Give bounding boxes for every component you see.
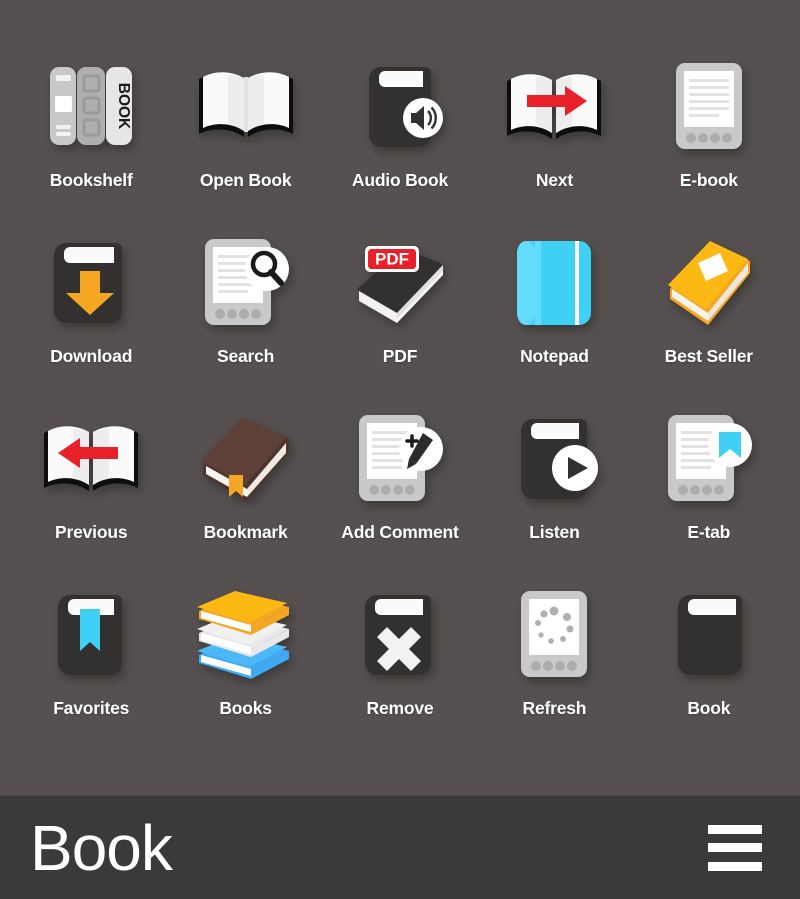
grid-item-label: E-tab: [687, 522, 731, 542]
book-icon: [649, 574, 769, 694]
grid-item-label: Favorites: [53, 698, 130, 718]
next-book-icon: [494, 46, 614, 166]
grid-item-bookmark[interactable]: Bookmark: [168, 398, 322, 574]
grid-item-book[interactable]: Book: [632, 574, 786, 750]
grid-item-search[interactable]: Search: [168, 222, 322, 398]
download-book-icon: [31, 222, 151, 342]
grid-item-next[interactable]: Next: [477, 46, 631, 222]
previous-book-icon: [31, 398, 151, 518]
bookmark-book-icon: [186, 398, 306, 518]
refresh-reader-icon: [494, 574, 614, 694]
audio-book-icon: [340, 46, 460, 166]
grid-item-books[interactable]: Books: [168, 574, 322, 750]
menu-line-3: [708, 861, 762, 871]
grid-item-label: Search: [217, 346, 275, 366]
grid-item-previous[interactable]: Previous: [14, 398, 168, 574]
grid-item-label: Remove: [366, 698, 434, 718]
add-comment-icon: [340, 398, 460, 518]
grid-item-label: E-book: [679, 170, 738, 190]
icon-grid: BOOK Bookshelf Open Book Audio Book Next…: [0, 0, 800, 750]
grid-item-label: PDF: [382, 346, 418, 366]
best-seller-book-icon: [649, 222, 769, 342]
grid-item-open-book[interactable]: Open Book: [168, 46, 322, 222]
hamburger-menu-icon[interactable]: [708, 824, 762, 871]
grid-item-label: Books: [219, 698, 272, 718]
grid-item-label: Bookmark: [203, 522, 288, 542]
favorites-book-icon: [31, 574, 151, 694]
grid-item-label: Listen: [529, 522, 580, 542]
grid-item-bookshelf[interactable]: BOOK Bookshelf: [14, 46, 168, 222]
grid-item-label: Notepad: [520, 346, 589, 366]
pdf-book-icon: PDF: [340, 222, 460, 342]
bottom-bar-title: Book: [30, 811, 173, 884]
remove-book-icon: [340, 574, 460, 694]
grid-item-remove[interactable]: Remove: [323, 574, 477, 750]
grid-item-audio-book[interactable]: Audio Book: [323, 46, 477, 222]
grid-item-add-comment[interactable]: Add Comment: [323, 398, 477, 574]
grid-item-label: Bookshelf: [49, 170, 133, 190]
grid-item-label: Open Book: [199, 170, 292, 190]
grid-item-listen[interactable]: Listen: [477, 398, 631, 574]
books-stack-icon: [186, 574, 306, 694]
e-book-reader-icon: [649, 46, 769, 166]
menu-line-1: [708, 824, 762, 834]
app-screen: BOOK Bookshelf Open Book Audio Book Next…: [0, 0, 800, 899]
grid-item-e-tab[interactable]: E-tab: [632, 398, 786, 574]
grid-item-label: Refresh: [522, 698, 587, 718]
grid-item-label: Previous: [55, 522, 128, 542]
menu-line-2: [708, 843, 762, 852]
listen-book-icon: [494, 398, 614, 518]
grid-item-pdf[interactable]: PDF PDF: [323, 222, 477, 398]
notepad-icon: [494, 222, 614, 342]
grid-item-download[interactable]: Download: [14, 222, 168, 398]
grid-item-label: Add Comment: [341, 522, 459, 542]
open-book-icon: [186, 46, 306, 166]
bookshelf-spine-text: BOOK: [115, 83, 132, 130]
bookshelf-icon: BOOK: [31, 46, 151, 166]
grid-item-e-book[interactable]: E-book: [632, 46, 786, 222]
pdf-badge-text: PDF: [375, 250, 409, 269]
e-tab-icon: [649, 398, 769, 518]
search-book-icon: [186, 222, 306, 342]
grid-item-label: Next: [535, 170, 573, 190]
grid-item-favorites[interactable]: Favorites: [14, 574, 168, 750]
bottom-bar: Book: [0, 795, 800, 899]
grid-item-notepad[interactable]: Notepad: [477, 222, 631, 398]
grid-item-label: Download: [50, 346, 133, 366]
grid-item-best-seller[interactable]: Best Seller: [632, 222, 786, 398]
grid-item-label: Best Seller: [664, 346, 753, 366]
grid-item-refresh[interactable]: Refresh: [477, 574, 631, 750]
grid-item-label: Audio Book: [351, 170, 449, 190]
grid-item-label: Book: [687, 698, 731, 718]
